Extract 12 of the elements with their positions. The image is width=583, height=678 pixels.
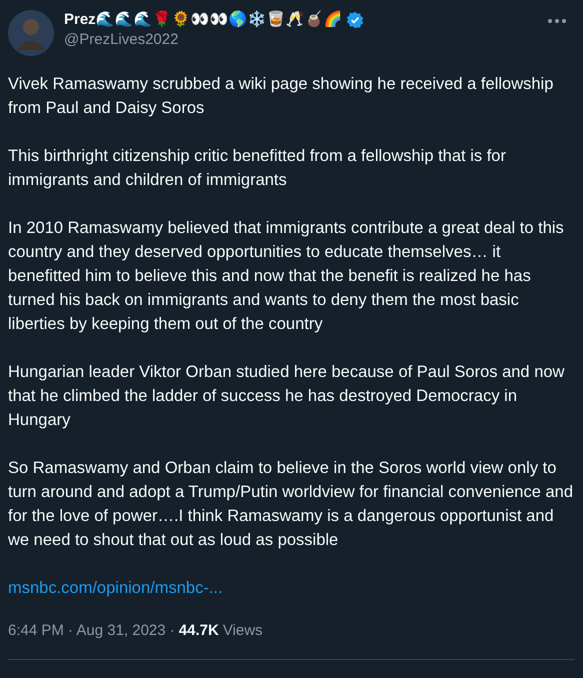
view-count: 44.7K <box>178 622 219 639</box>
post-timestamp[interactable]: 6:44 PM · Aug 31, 2023 · <box>8 622 175 639</box>
tweet-paragraph: In 2010 Ramaswamy believed that immigrants contribute a great deal to this country and they deserved opportunities to educate themselves… it benefitted him to believe this and now that the benefit is realized he has turned his back on immigrants and wants to deny them the most basic liberties by keeping them out of the country <box>8 218 565 335</box>
tweet-paragraph: Vivek Ramaswamy scrubbed a wiki page showing he received a fellowship from Paul and Daisy Soros <box>8 74 554 119</box>
tweet-paragraph: So Ramaswamy and Orban claim to believe in the Soros world view only to turn around and adopt a Trump/Putin worldview for financial convenience and for the love of power….I think Ramaswamy is a dangerous opportunist and we need to shout that out as loud as possible <box>8 458 574 551</box>
more-options-icon[interactable] <box>547 18 567 24</box>
author-name[interactable]: Prez🌊🌊🌊🌹🌻👀👀🌎❄🥃🥂🧉🌈 <box>64 10 343 30</box>
article-link[interactable]: msnbc.com/opinion/msnbc-... <box>8 576 223 600</box>
tweet-paragraph: Hungarian leader Viktor Orban studied here because of Paul Soros and now that he climbed the ladder of success he has destroyed Democracy in Hungary <box>8 362 566 431</box>
views-label: Views <box>222 622 263 639</box>
tweet-paragraph: This birthright citizenship critic benefitted from a fellowship that is for immigrants and children of immigrants <box>8 146 507 191</box>
author-handle[interactable]: @PrezLives2022 <box>64 30 537 50</box>
